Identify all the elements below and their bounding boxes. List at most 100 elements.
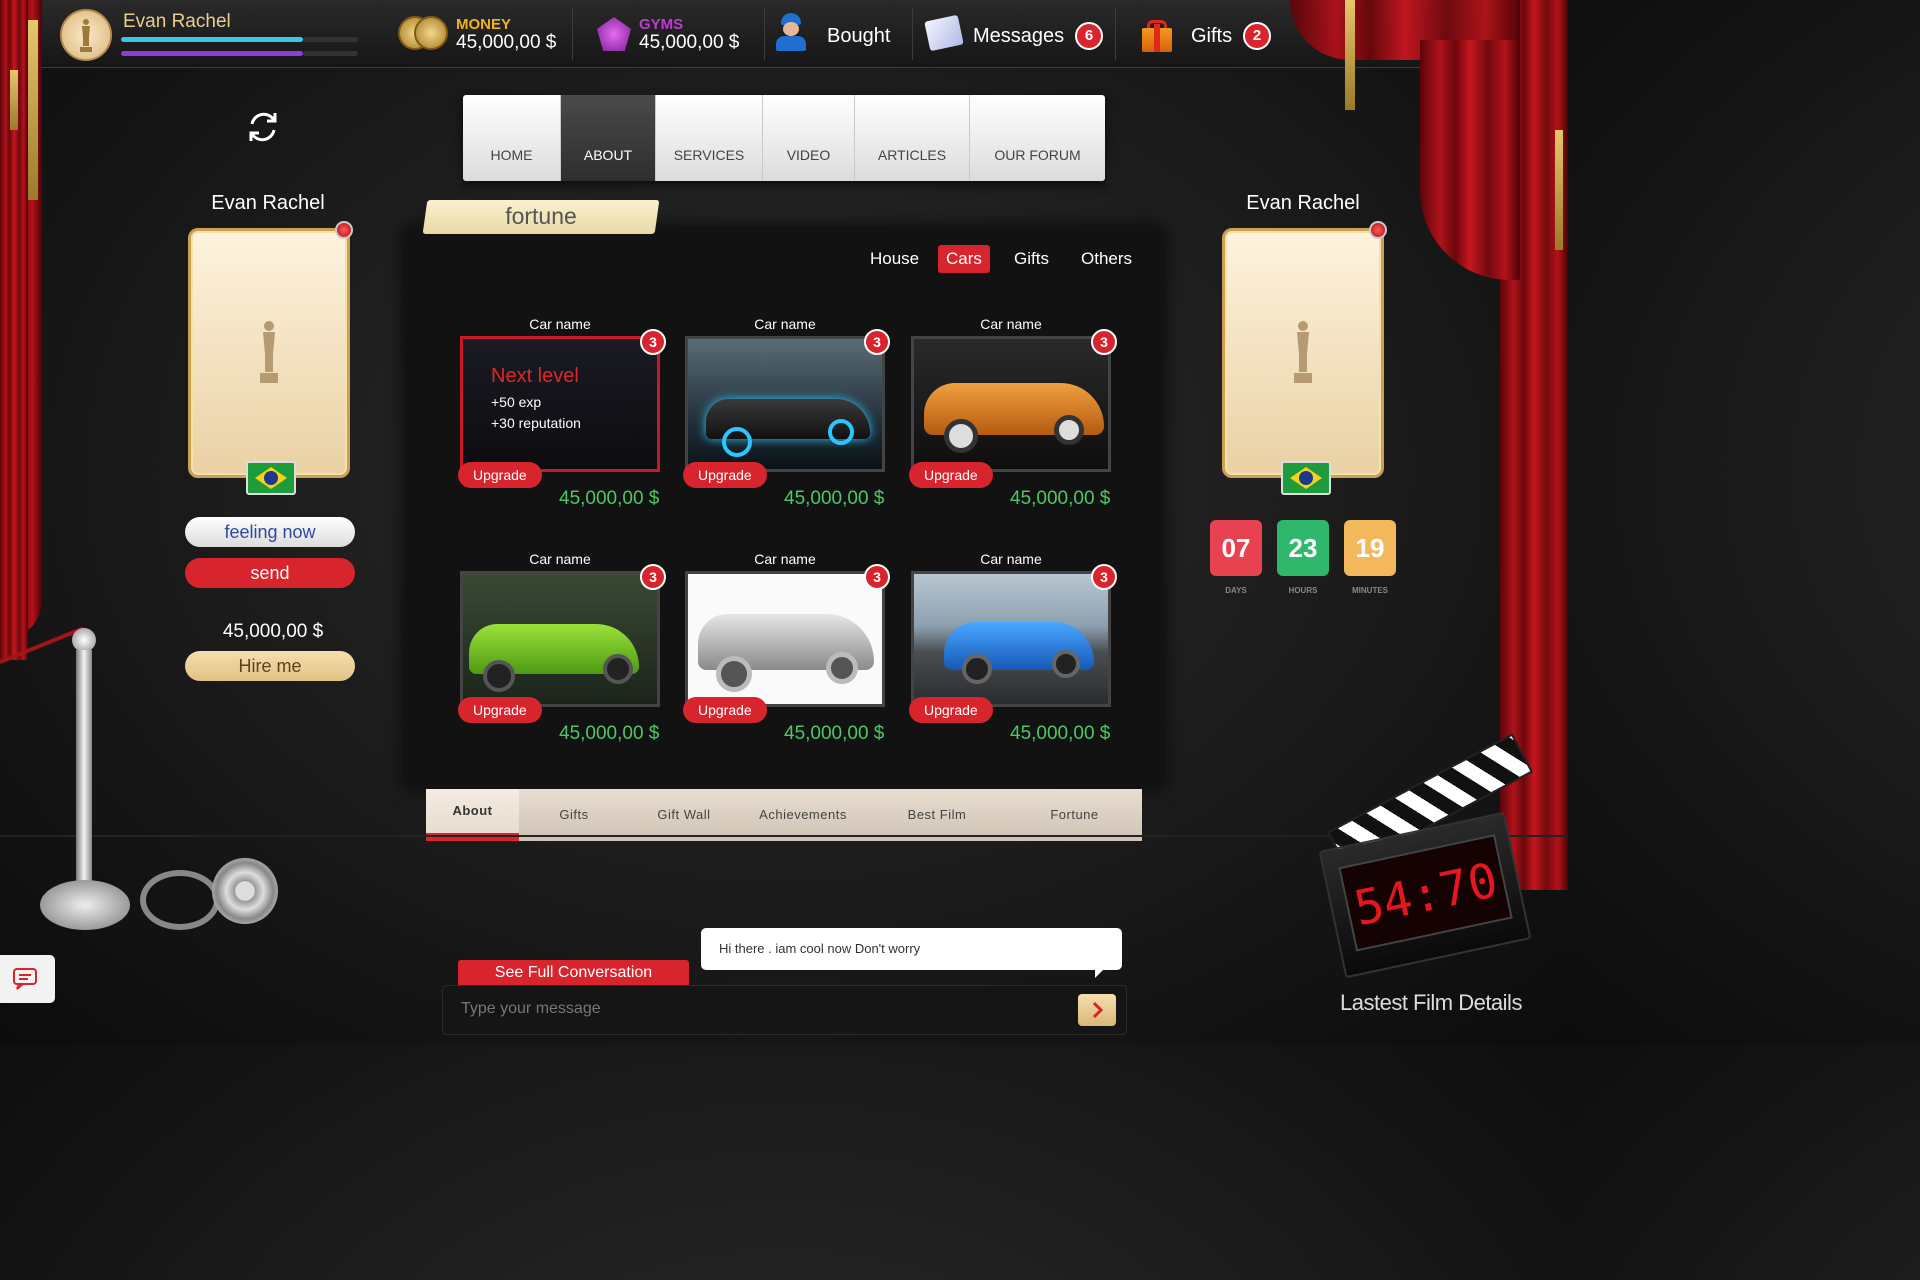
countdown-minutes: 19: [1344, 520, 1396, 576]
profile-tabs: About Gifts Gift Wall Achievements Best …: [426, 789, 1142, 841]
latest-film-details-link[interactable]: Lastest Film Details: [1340, 990, 1522, 1016]
status-dot: [335, 221, 353, 239]
gifts-count-badge: 2: [1243, 22, 1271, 50]
hire-me-button[interactable]: Hire me: [185, 651, 355, 681]
user-avatar[interactable]: [60, 9, 112, 61]
car-name: Car name: [754, 551, 816, 567]
stanchion-icon: [72, 628, 96, 652]
shopper-icon: [775, 13, 807, 51]
upgrade-button[interactable]: Upgrade: [458, 697, 542, 723]
gifts-button[interactable]: Gifts: [1191, 25, 1232, 48]
tab-gift-wall[interactable]: Gift Wall: [629, 789, 739, 841]
tab-about[interactable]: About: [426, 789, 519, 841]
tab-achievements[interactable]: Achievements: [739, 789, 867, 841]
left-tassel: [28, 20, 38, 200]
xp-bar: [121, 37, 303, 42]
category-others[interactable]: Others: [1073, 245, 1140, 273]
exp-bonus: +50 exp: [491, 394, 542, 410]
nav-our-forum[interactable]: OUR FORUM: [970, 95, 1105, 181]
gift-icon: [1142, 20, 1172, 52]
car-image[interactable]: [685, 336, 885, 472]
hire-price: 45,000,00 $: [222, 621, 324, 642]
statuette-icon: [80, 19, 92, 52]
refresh-icon[interactable]: [244, 108, 282, 146]
upgrade-button[interactable]: Upgrade: [909, 697, 993, 723]
car-price: 45,000,00 $: [559, 488, 660, 509]
car-level-badge: 3: [640, 329, 666, 355]
next-level-title: Next level: [491, 365, 579, 387]
category-gifts[interactable]: Gifts: [1006, 245, 1057, 273]
gem-icon: [597, 17, 631, 51]
chat-icon: [13, 968, 37, 990]
upgrade-button[interactable]: Upgrade: [683, 697, 767, 723]
upgrade-button[interactable]: Upgrade: [683, 462, 767, 488]
countdown-days-label: DAYS: [1225, 586, 1247, 595]
countdown-hours: 23: [1277, 520, 1329, 576]
chat-toggle[interactable]: [0, 955, 55, 1003]
car-name: Car name: [980, 316, 1042, 332]
car-price: 45,000,00 $: [559, 723, 660, 744]
car-name: Car name: [754, 316, 816, 332]
right-profile-card[interactable]: [1222, 228, 1384, 478]
upgrade-button[interactable]: Upgrade: [458, 462, 542, 488]
car-image-locked[interactable]: Next level +50 exp +30 reputation: [460, 336, 660, 472]
envelope-icon: [924, 14, 964, 52]
right-tassel: [1345, 0, 1355, 110]
gyms-label: GYMS: [639, 16, 684, 33]
reputation-bonus: +30 reputation: [491, 415, 581, 431]
nav-home[interactable]: HOME: [463, 95, 561, 181]
car-level-badge: 3: [864, 564, 890, 590]
countdown-days: 07: [1210, 520, 1262, 576]
feeling-input[interactable]: feeling now: [185, 517, 355, 547]
messages-count-badge: 6: [1075, 22, 1103, 50]
car-price: 45,000,00 $: [784, 723, 885, 744]
car-name: Car name: [980, 551, 1042, 567]
brazil-flag-icon: [1281, 461, 1331, 495]
car-name: Car name: [529, 551, 591, 567]
chat-bubble: Hi there . iam cool now Don't worry: [701, 928, 1122, 978]
status-dot: [1369, 221, 1387, 239]
upgrade-button[interactable]: Upgrade: [909, 462, 993, 488]
statuette-icon: [1225, 319, 1381, 387]
car-level-badge: 3: [1091, 564, 1117, 590]
tab-fortune[interactable]: Fortune: [1007, 789, 1142, 841]
car-price: 45,000,00 $: [784, 488, 885, 509]
see-full-conversation-button[interactable]: See Full Conversation: [458, 960, 689, 986]
brazil-flag-icon: [246, 461, 296, 495]
left-profile-name: Evan Rachel: [211, 192, 325, 214]
send-message-button[interactable]: [1078, 994, 1116, 1026]
reputation-bar: [121, 51, 303, 56]
money-label: MONEY: [456, 16, 512, 33]
car-price: 45,000,00 $: [1010, 488, 1111, 509]
nav-about[interactable]: ABOUT: [561, 95, 656, 181]
car-level-badge: 3: [1091, 329, 1117, 355]
film-timer: 54:70: [1338, 834, 1513, 952]
right-profile-name: Evan Rachel: [1246, 192, 1360, 214]
car-name: Car name: [529, 316, 591, 332]
car-image[interactable]: [460, 571, 660, 707]
gyms-value: 45,000,00 $: [639, 32, 740, 53]
category-cars[interactable]: Cars: [938, 245, 990, 273]
tab-gifts[interactable]: Gifts: [519, 789, 629, 841]
car-image[interactable]: [911, 336, 1111, 472]
film-reel-icon: [140, 870, 220, 930]
car-level-badge: 3: [640, 564, 666, 590]
countdown-hours-label: HOURS: [1288, 586, 1318, 595]
car-image[interactable]: [911, 571, 1111, 707]
messages-button[interactable]: Messages: [973, 25, 1064, 48]
nav-articles[interactable]: ARTICLES: [855, 95, 970, 181]
send-button[interactable]: send: [185, 558, 355, 588]
nav-services[interactable]: SERVICES: [656, 95, 763, 181]
nav-video[interactable]: VIDEO: [763, 95, 855, 181]
fortune-tab-label: fortune: [505, 203, 577, 229]
car-image[interactable]: [685, 571, 885, 707]
statuette-icon: [191, 319, 347, 387]
message-input[interactable]: Type your message: [442, 985, 1127, 1035]
tab-best-film[interactable]: Best Film: [867, 789, 1007, 841]
category-house[interactable]: House: [862, 245, 927, 273]
coins-icon: [398, 14, 450, 54]
bought-button[interactable]: Bought: [827, 25, 890, 48]
left-profile-card[interactable]: [188, 228, 350, 478]
countdown-minutes-label: MINUTES: [1352, 586, 1388, 595]
money-value: 45,000,00 $: [456, 32, 557, 53]
